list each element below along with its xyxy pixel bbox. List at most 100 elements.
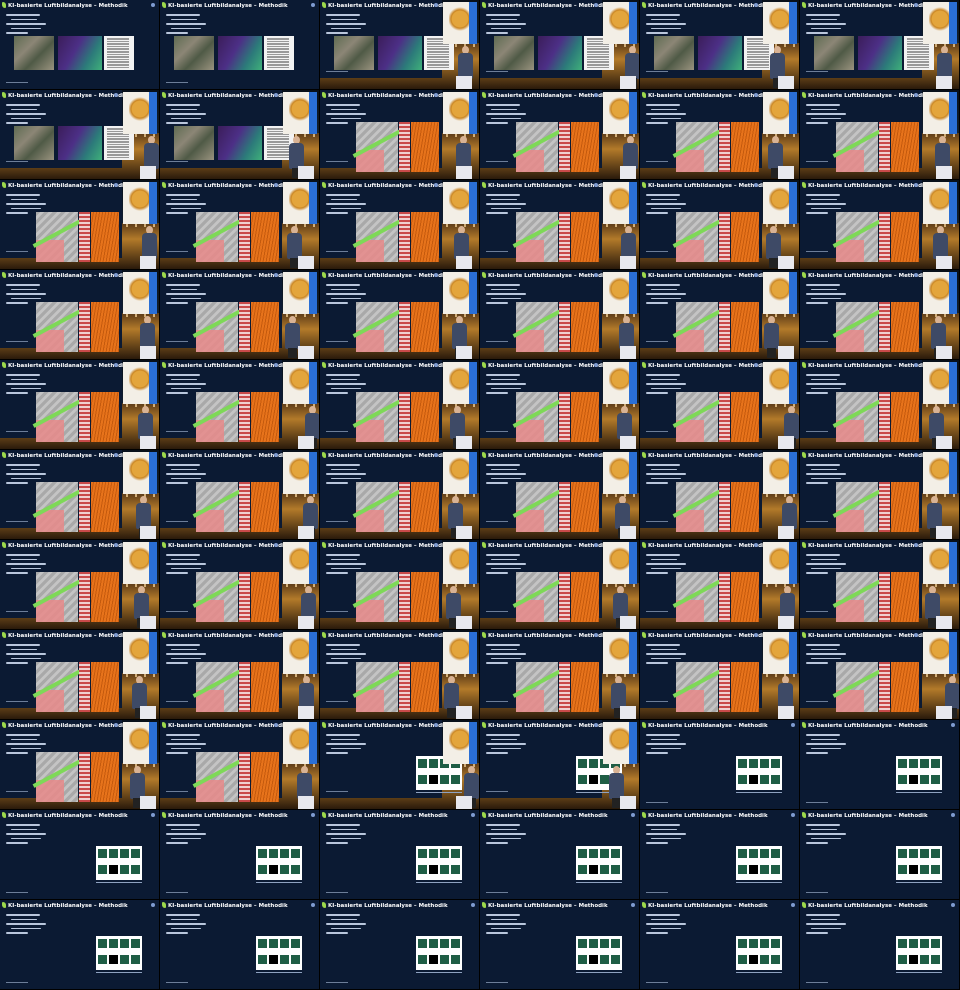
sample-tile	[280, 955, 289, 964]
sample-tiles	[256, 846, 302, 880]
bullet-line	[331, 198, 357, 200]
legend-row	[747, 48, 769, 50]
slide: KI-basierte Luftbildanalyse – Methodik	[480, 540, 608, 622]
podium	[456, 166, 472, 179]
projection-screen: KI-basierte Luftbildanalyse – Methodik	[640, 0, 774, 78]
satellite-image	[654, 36, 694, 70]
sample-tile	[589, 759, 598, 768]
bullet-line	[646, 662, 668, 664]
label-list	[559, 662, 570, 712]
label-list	[79, 662, 90, 712]
video-frame: KI-basierte Luftbildanalyse – Methodik	[160, 900, 320, 990]
annotation-map	[516, 662, 558, 712]
sample-tile	[98, 939, 107, 948]
corner-dot-icon	[754, 453, 758, 457]
footer-line	[326, 981, 348, 983]
slide: KI-basierte Luftbildanalyse – Methodik	[640, 450, 768, 532]
bullet-line	[811, 477, 841, 479]
event-banner	[763, 92, 797, 134]
slide: KI-basierte Luftbildanalyse – Methodik	[480, 810, 639, 899]
orange-map	[731, 212, 759, 262]
label-list	[719, 572, 730, 622]
sample-tile	[600, 865, 609, 874]
caption-line	[736, 882, 782, 884]
video-frame: KI-basierte Luftbildanalyse – Methodik	[800, 900, 960, 990]
bullet-line	[331, 117, 361, 119]
sample-tile	[429, 849, 438, 858]
corner-dot-icon	[594, 183, 598, 187]
logo-icon	[162, 902, 166, 908]
event-banner	[603, 272, 637, 314]
projection-screen: KI-basierte Luftbildanalyse – Methodik	[320, 540, 448, 622]
corner-dot-icon	[594, 453, 598, 457]
bullet-line	[331, 927, 361, 929]
bullet-line	[646, 734, 680, 736]
video-frame: KI-basierte Luftbildanalyse – Methodik	[640, 450, 800, 540]
logo-icon	[802, 632, 806, 638]
bullet-line	[651, 477, 681, 479]
logo-icon	[162, 722, 166, 728]
bullet-line	[811, 27, 841, 29]
legend-row	[427, 53, 449, 56]
bullet-line	[326, 743, 366, 745]
slide: KI-basierte Luftbildanalyse – Methodik	[160, 90, 294, 168]
bullet-line	[651, 837, 681, 839]
bullet-line	[171, 117, 201, 119]
sample-tile	[898, 775, 907, 784]
podium	[778, 166, 794, 179]
podium	[140, 616, 156, 629]
projection-screen: KI-basierte Luftbildanalyse – Methodik	[800, 540, 928, 622]
slide: KI-basierte Luftbildanalyse – Methodik	[480, 90, 608, 172]
orange-map	[731, 122, 759, 172]
podium	[620, 76, 636, 89]
video-frame: KI-basierte Luftbildanalyse – Methodik	[640, 900, 800, 990]
slide: KI-basierte Luftbildanalyse – Methodik	[480, 630, 608, 712]
video-frame: KI-basierte Luftbildanalyse – Methodik	[160, 360, 320, 450]
slide-title: KI-basierte Luftbildanalyse – Methodik	[808, 633, 928, 639]
bullet-line	[331, 207, 361, 209]
logo-icon	[162, 812, 166, 818]
label-list	[79, 572, 90, 622]
sample-tile	[120, 865, 129, 874]
bullet-line	[486, 752, 508, 754]
video-frame: KI-basierte Luftbildanalyse – Methodik	[160, 180, 320, 270]
sample-tile	[258, 865, 267, 874]
orange-map	[251, 662, 279, 712]
label-list	[239, 212, 250, 262]
sample-tiles	[96, 936, 142, 970]
footer-line	[646, 610, 668, 612]
sample-tile	[771, 865, 780, 874]
logo-icon	[642, 722, 646, 728]
bullet-line	[646, 374, 680, 376]
bullet-line	[811, 918, 837, 920]
bullet-line	[166, 14, 200, 16]
event-banner	[763, 182, 797, 224]
footer-line	[806, 610, 828, 612]
slide-title: KI-basierte Luftbildanalyse – Methodik	[8, 543, 128, 549]
annotation-map	[836, 212, 878, 262]
event-banner	[603, 722, 637, 764]
corner-dot-icon	[594, 363, 598, 367]
logo-icon	[642, 92, 646, 98]
podium	[936, 526, 952, 539]
annotation-map	[356, 572, 398, 622]
bullet-line	[811, 387, 841, 389]
bullet-line	[811, 297, 841, 299]
bullet-line	[326, 662, 348, 664]
podium	[778, 346, 794, 359]
bullet-line	[806, 734, 840, 736]
video-frame: KI-basierte Luftbildanalyse – Methodik	[640, 360, 800, 450]
bullet-line	[166, 644, 200, 646]
label-list	[239, 482, 250, 532]
slide-title: KI-basierte Luftbildanalyse – Methodik	[168, 183, 288, 189]
bullet-line	[6, 32, 28, 34]
bullet-line	[326, 284, 360, 286]
footer-line	[166, 160, 188, 162]
bullet-line	[171, 207, 201, 209]
corner-dot-icon	[151, 3, 155, 7]
footer-line	[166, 340, 188, 342]
bullet-line	[486, 293, 526, 295]
legend-row	[587, 66, 609, 69]
slide-title: KI-basierte Luftbildanalyse – Methodik	[808, 3, 928, 9]
sample-tile	[611, 955, 620, 964]
